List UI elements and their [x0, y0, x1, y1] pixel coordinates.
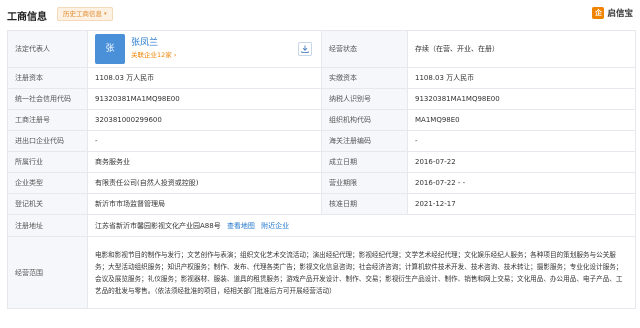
status-label: 经营状态 — [321, 30, 408, 68]
org-code-value: MA1MQ98E0 — [407, 109, 636, 131]
customs-code-label: 海关注册编码 — [321, 130, 408, 152]
table-row: 统一社会信用代码 91320381MA1MQ98E00 纳税人识别号 91320… — [7, 88, 636, 110]
related-companies-link[interactable]: 关联企业12家 › — [131, 50, 176, 61]
table-row: 企业类型 有限责任公司(自然人投资或控股) 营业期限 2016-07-22 - … — [7, 172, 636, 194]
nearby-companies-link[interactable]: 附近企业 — [261, 222, 289, 230]
address-label: 注册地址 — [7, 214, 88, 237]
address-cell: 江苏省新沂市馨园影视文化产业园A88号 查看地图 附近企业 — [87, 214, 636, 237]
legal-rep-cell: 张 张凤兰 关联企业12家 › — [87, 30, 322, 68]
history-info-label: 历史工商信息 — [63, 10, 102, 18]
company-type-value: 有限责任公司(自然人投资或控股) — [87, 172, 322, 194]
business-info-table: 法定代表人 张 张凤兰 关联企业12家 › 经营状态 存续（在营、开业、在册） … — [7, 30, 636, 309]
scope-label: 经营范围 — [7, 236, 88, 309]
reg-no-label: 工商注册号 — [7, 109, 88, 131]
scope-value: 电影和影视节目的制作与发行；文艺创作与表演；组织文化艺术交流活动；演出经纪代理；… — [87, 236, 636, 309]
industry-label: 所属行业 — [7, 151, 88, 173]
brand-name: 启信宝 — [607, 9, 633, 19]
view-map-link[interactable]: 查看地图 — [227, 222, 255, 230]
table-row: 所属行业 商务服务业 成立日期 2016-07-22 — [7, 151, 636, 173]
paid-capital-label: 实缴资本 — [321, 67, 408, 89]
table-row: 经营范围 电影和影视节目的制作与发行；文艺创作与表演；组织文化艺术交流活动；演出… — [7, 236, 636, 309]
address-value: 江苏省新沂市馨园影视文化产业园A88号 — [95, 221, 221, 230]
section-title: 工商信息 — [7, 12, 47, 23]
avatar[interactable]: 张 — [95, 34, 125, 64]
approval-date-value: 2021-12-17 — [407, 193, 636, 215]
table-row: 登记机关 新沂市市场监督管理局 核准日期 2021-12-17 — [7, 193, 636, 215]
credit-code-label: 统一社会信用代码 — [7, 88, 88, 110]
chevron-down-icon: ▾ — [104, 11, 107, 17]
authority-label: 登记机关 — [7, 193, 88, 215]
table-row: 法定代表人 张 张凤兰 关联企业12家 › 经营状态 存续（在营、开业、在册） — [7, 30, 636, 68]
term-label: 营业期限 — [321, 172, 408, 194]
taxpayer-id-label: 纳税人识别号 — [321, 88, 408, 110]
industry-value: 商务服务业 — [87, 151, 322, 173]
company-type-label: 企业类型 — [7, 172, 88, 194]
paid-capital-value: 1108.03 万人民币 — [407, 67, 636, 89]
term-value: 2016-07-22 - - — [407, 172, 636, 194]
reg-no-value: 320381000299600 — [87, 109, 322, 131]
approval-date-label: 核准日期 — [321, 193, 408, 215]
authority-value: 新沂市市场监督管理局 — [87, 193, 322, 215]
table-row: 进出口企业代码 - 海关注册编码 - — [7, 130, 636, 152]
reg-capital-label: 注册资本 — [7, 67, 88, 89]
qixinbao-logo-icon: 企 — [592, 7, 605, 19]
legal-rep-label: 法定代表人 — [7, 30, 88, 68]
reg-capital-value: 1108.03 万人民币 — [87, 67, 322, 89]
taxpayer-id-value: 91320381MA1MQ98E00 — [407, 88, 636, 110]
legal-rep-name-link[interactable]: 张凤兰 — [131, 37, 176, 50]
org-code-label: 组织机构代码 — [321, 109, 408, 131]
founded-value: 2016-07-22 — [407, 151, 636, 173]
brand: 企 启信宝 — [592, 7, 633, 19]
customs-code-value: - — [407, 130, 636, 152]
download-icon[interactable] — [298, 42, 312, 56]
section-header: 工商信息 历史工商信息 ▾ 企 启信宝 — [0, 0, 640, 30]
history-info-dropdown[interactable]: 历史工商信息 ▾ — [57, 7, 113, 21]
status-value: 存续（在营、开业、在册） — [407, 30, 636, 68]
table-row: 工商注册号 320381000299600 组织机构代码 MA1MQ98E0 — [7, 109, 636, 131]
table-row: 注册资本 1108.03 万人民币 实缴资本 1108.03 万人民币 — [7, 67, 636, 89]
table-row: 注册地址 江苏省新沂市馨园影视文化产业园A88号 查看地图 附近企业 — [7, 214, 636, 237]
credit-code-value: 91320381MA1MQ98E00 — [87, 88, 322, 110]
import-export-label: 进出口企业代码 — [7, 130, 88, 152]
founded-label: 成立日期 — [321, 151, 408, 173]
import-export-value: - — [87, 130, 322, 152]
